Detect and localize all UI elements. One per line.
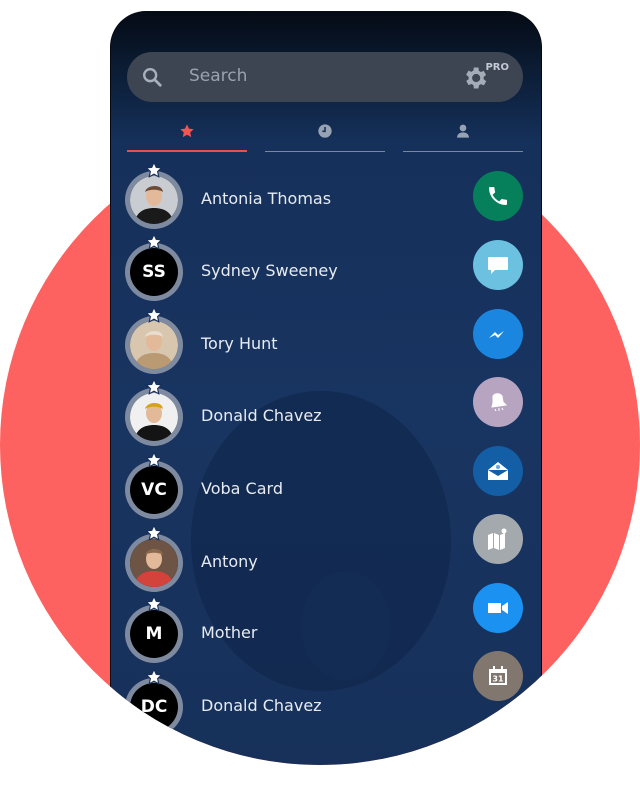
- contact-photo: [130, 539, 178, 587]
- contact-row[interactable]: Antonia Thomas: [125, 171, 455, 235]
- avatar-inner: DC: [130, 683, 178, 731]
- avatar-inner: M: [130, 610, 178, 658]
- tab-recents[interactable]: [265, 115, 385, 152]
- avatar[interactable]: [125, 388, 183, 446]
- avatar[interactable]: [125, 316, 183, 374]
- avatar[interactable]: [125, 171, 183, 229]
- contact-name: Donald Chavez: [201, 696, 322, 715]
- tab-favorites[interactable]: [127, 115, 247, 152]
- avatar[interactable]: M: [125, 605, 183, 663]
- favorite-star-icon: [145, 233, 163, 251]
- video-icon: [486, 596, 510, 620]
- favorite-star-icon: [145, 161, 163, 179]
- avatar-inner: [130, 321, 178, 369]
- favorite-star-icon: [145, 595, 163, 613]
- calendar-icon: 31: [486, 664, 510, 688]
- phone-icon: [486, 184, 510, 208]
- search-icon: [141, 66, 163, 88]
- contact-name: Voba Card: [201, 479, 283, 498]
- tab-bar: [127, 115, 523, 151]
- star-icon: [179, 123, 195, 139]
- avatar-inner: [130, 176, 178, 224]
- call-button[interactable]: [473, 171, 523, 221]
- phone-screen: Search PRO Antonia Thomas SS Sydney Swee…: [110, 11, 542, 811]
- favorite-star-icon: [145, 668, 163, 686]
- contact-name: Donald Chavez: [201, 406, 322, 425]
- avatar-inner: SS: [130, 248, 178, 296]
- favorite-star-icon: [145, 451, 163, 469]
- message-icon: [486, 253, 510, 277]
- messenger-icon: [486, 322, 510, 346]
- avatar[interactable]: [125, 534, 183, 592]
- pro-badge: PRO: [485, 62, 509, 73]
- contact-initials: DC: [140, 697, 168, 717]
- favorite-star-icon: [145, 306, 163, 324]
- avatar-inner: [130, 393, 178, 441]
- email-icon: [486, 459, 510, 483]
- contact-initials: SS: [142, 262, 166, 282]
- contact-name: Tory Hunt: [201, 334, 278, 353]
- messenger-button[interactable]: [473, 309, 523, 359]
- contact-name: Antonia Thomas: [201, 189, 332, 208]
- avatar[interactable]: SS: [125, 243, 183, 301]
- tab-contacts[interactable]: [403, 115, 523, 152]
- map-icon: [486, 527, 510, 551]
- calendar-day: 31: [492, 675, 504, 684]
- phone-clip: Search PRO Antonia Thomas SS Sydney Swee…: [0, 0, 640, 765]
- contact-photo: [130, 393, 178, 441]
- contact-row[interactable]: DC Donald Chavez: [125, 678, 455, 742]
- contact-initials: M: [145, 624, 163, 644]
- contact-name: Sydney Sweeney: [201, 261, 338, 280]
- favorite-star-icon: [145, 378, 163, 396]
- reminder-button[interactable]: [473, 377, 523, 427]
- video-call-button[interactable]: [473, 583, 523, 633]
- contact-row[interactable]: M Mother: [125, 605, 455, 669]
- contact-photo: [130, 321, 178, 369]
- contact-row[interactable]: Antony: [125, 534, 455, 598]
- search-bar[interactable]: Search PRO: [127, 52, 523, 102]
- contact-name: Antony: [201, 552, 258, 571]
- avatar-inner: [130, 539, 178, 587]
- bell-icon: [486, 390, 510, 414]
- contact-row[interactable]: Tory Hunt: [125, 316, 455, 380]
- avatar[interactable]: DC: [125, 678, 183, 736]
- contact-name: Mother: [201, 623, 258, 642]
- contact-row[interactable]: Donald Chavez: [125, 388, 455, 452]
- favorite-star-icon: [145, 524, 163, 542]
- contact-initials: VC: [141, 480, 167, 500]
- search-input[interactable]: Search: [189, 66, 247, 86]
- contact-row[interactable]: VC Voba Card: [125, 461, 455, 525]
- map-button[interactable]: [473, 514, 523, 564]
- email-button[interactable]: [473, 446, 523, 496]
- sms-button[interactable]: [473, 240, 523, 290]
- calendar-button[interactable]: 31: [473, 651, 523, 701]
- avatar-inner: VC: [130, 466, 178, 514]
- contact-photo: [130, 176, 178, 224]
- contact-row[interactable]: SS Sydney Sweeney: [125, 243, 455, 307]
- clock-icon: [317, 123, 333, 139]
- avatar[interactable]: VC: [125, 461, 183, 519]
- person-icon: [455, 123, 471, 139]
